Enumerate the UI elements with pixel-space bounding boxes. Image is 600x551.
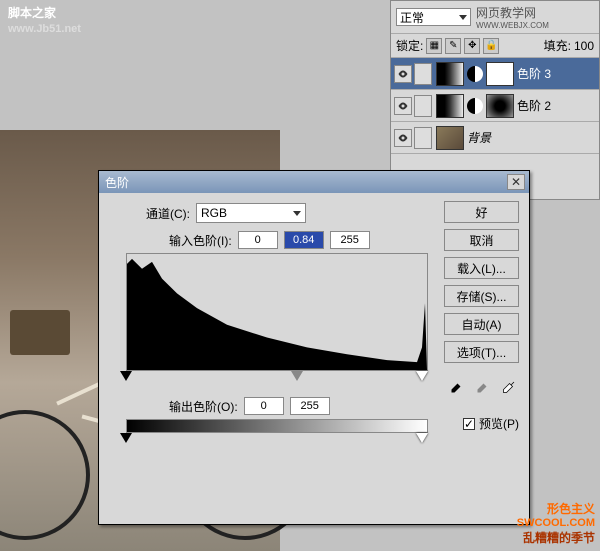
close-icon: ✕: [511, 175, 521, 189]
chevron-down-icon: [459, 15, 467, 20]
visibility-toggle[interactable]: [394, 97, 412, 115]
output-white-slider[interactable]: [416, 433, 428, 443]
adjustment-icon: [467, 66, 483, 82]
gray-eyedropper-icon[interactable]: [473, 379, 491, 397]
histogram-shape: [127, 254, 427, 370]
eyedropper-row: [444, 379, 519, 397]
cancel-button[interactable]: 取消: [444, 229, 519, 251]
dialog-button-column: 好 取消 载入(L)... 存储(S)... 自动(A) 选项(T)... ✓ …: [444, 201, 519, 432]
link-box[interactable]: [414, 63, 432, 85]
photo-basket: [10, 310, 70, 355]
close-button[interactable]: ✕: [507, 174, 525, 190]
visibility-toggle[interactable]: [394, 129, 412, 147]
layer-name: 背景: [467, 129, 491, 146]
wm2-line3: 乱糟糟的季节: [517, 529, 595, 546]
check-icon: ✓: [464, 417, 474, 431]
output-levels-label: 输出色阶(O):: [169, 398, 238, 415]
layer-name: 色阶 2: [517, 97, 551, 114]
lock-all-icon[interactable]: 🔒: [483, 38, 499, 54]
layer-thumbnail: [436, 94, 464, 118]
output-black-field[interactable]: 0: [244, 397, 284, 415]
channel-select[interactable]: RGB: [196, 203, 306, 223]
preview-row: ✓ 预览(P): [444, 415, 519, 432]
output-white-field[interactable]: 255: [290, 397, 330, 415]
visibility-toggle[interactable]: [394, 65, 412, 83]
chevron-down-icon: [293, 211, 301, 216]
preview-label: 预览(P): [479, 415, 519, 432]
options-button[interactable]: 选项(T)...: [444, 341, 519, 363]
watermark-bottom: 形色主义 SWCOOL.COM 乱糟糟的季节: [517, 500, 595, 546]
white-point-slider[interactable]: [416, 371, 428, 381]
lock-move-icon[interactable]: ✥: [464, 38, 480, 54]
levels-dialog: 色阶 ✕ 通道(C): RGB 输入色阶(I): 0 0.84 255: [98, 170, 530, 525]
layer-thumbnail: [436, 126, 464, 150]
histogram-display: [126, 253, 428, 371]
channel-label: 通道(C):: [146, 205, 190, 222]
save-button[interactable]: 存储(S)...: [444, 285, 519, 307]
gamma-slider[interactable]: [291, 371, 303, 381]
layer-mask-thumbnail: [486, 94, 514, 118]
link-box[interactable]: [414, 127, 432, 149]
layers-blend-row: 正常 网页教学网 WWW.WEBJX.COM: [391, 1, 599, 34]
lock-label: 锁定:: [396, 37, 423, 54]
dialog-title: 色阶: [103, 174, 507, 191]
eye-icon: [397, 100, 409, 112]
panel-logo: 网页教学网 WWW.WEBJX.COM: [476, 4, 594, 30]
layer-name: 色阶 3: [517, 65, 551, 82]
output-black-slider[interactable]: [120, 433, 132, 443]
lock-brush-icon[interactable]: ✎: [445, 38, 461, 54]
link-box[interactable]: [414, 95, 432, 117]
eye-icon: [397, 68, 409, 80]
output-gradient-bar: [126, 419, 428, 433]
watermark-title: 脚本之家: [8, 5, 81, 22]
layers-lock-row: 锁定: ▦ ✎ ✥ 🔒 填充: 100: [391, 34, 599, 58]
fill-value: 100: [574, 39, 594, 53]
ok-button[interactable]: 好: [444, 201, 519, 223]
adjustment-icon: [467, 98, 483, 114]
lock-transparency-icon[interactable]: ▦: [426, 38, 442, 54]
watermark-url: www.Jb51.net: [8, 22, 81, 37]
input-gamma-field[interactable]: 0.84: [284, 231, 324, 249]
wm2-line1: 形色主义: [517, 500, 595, 517]
photo-bike-wheel: [0, 410, 90, 540]
input-levels-label: 输入色阶(I):: [169, 232, 232, 249]
input-white-field[interactable]: 255: [330, 231, 370, 249]
input-black-field[interactable]: 0: [238, 231, 278, 249]
output-slider-track[interactable]: [126, 433, 428, 447]
black-point-slider[interactable]: [120, 371, 132, 381]
preview-checkbox[interactable]: ✓: [463, 418, 475, 430]
layer-item-background[interactable]: 背景: [391, 122, 599, 154]
dialog-titlebar[interactable]: 色阶 ✕: [99, 171, 529, 193]
white-eyedropper-icon[interactable]: [499, 379, 517, 397]
input-slider-track[interactable]: [126, 371, 428, 385]
auto-button[interactable]: 自动(A): [444, 313, 519, 335]
black-eyedropper-icon[interactable]: [447, 379, 465, 397]
channel-value: RGB: [201, 206, 227, 220]
blend-mode-value: 正常: [400, 9, 424, 26]
layer-thumbnail: [436, 62, 464, 86]
eye-icon: [397, 132, 409, 144]
wm2-line2: SWCOOL.COM: [517, 517, 595, 529]
layer-mask-thumbnail: [486, 62, 514, 86]
fill-label: 填充:: [544, 37, 571, 54]
watermark-top: 脚本之家 www.Jb51.net: [8, 5, 81, 37]
layer-item-levels3[interactable]: 色阶 3: [391, 58, 599, 90]
blend-mode-select[interactable]: 正常: [396, 8, 471, 26]
load-button[interactable]: 载入(L)...: [444, 257, 519, 279]
layer-item-levels2[interactable]: 色阶 2: [391, 90, 599, 122]
dialog-body: 通道(C): RGB 输入色阶(I): 0 0.84 255 输出色阶(O): …: [99, 193, 529, 526]
